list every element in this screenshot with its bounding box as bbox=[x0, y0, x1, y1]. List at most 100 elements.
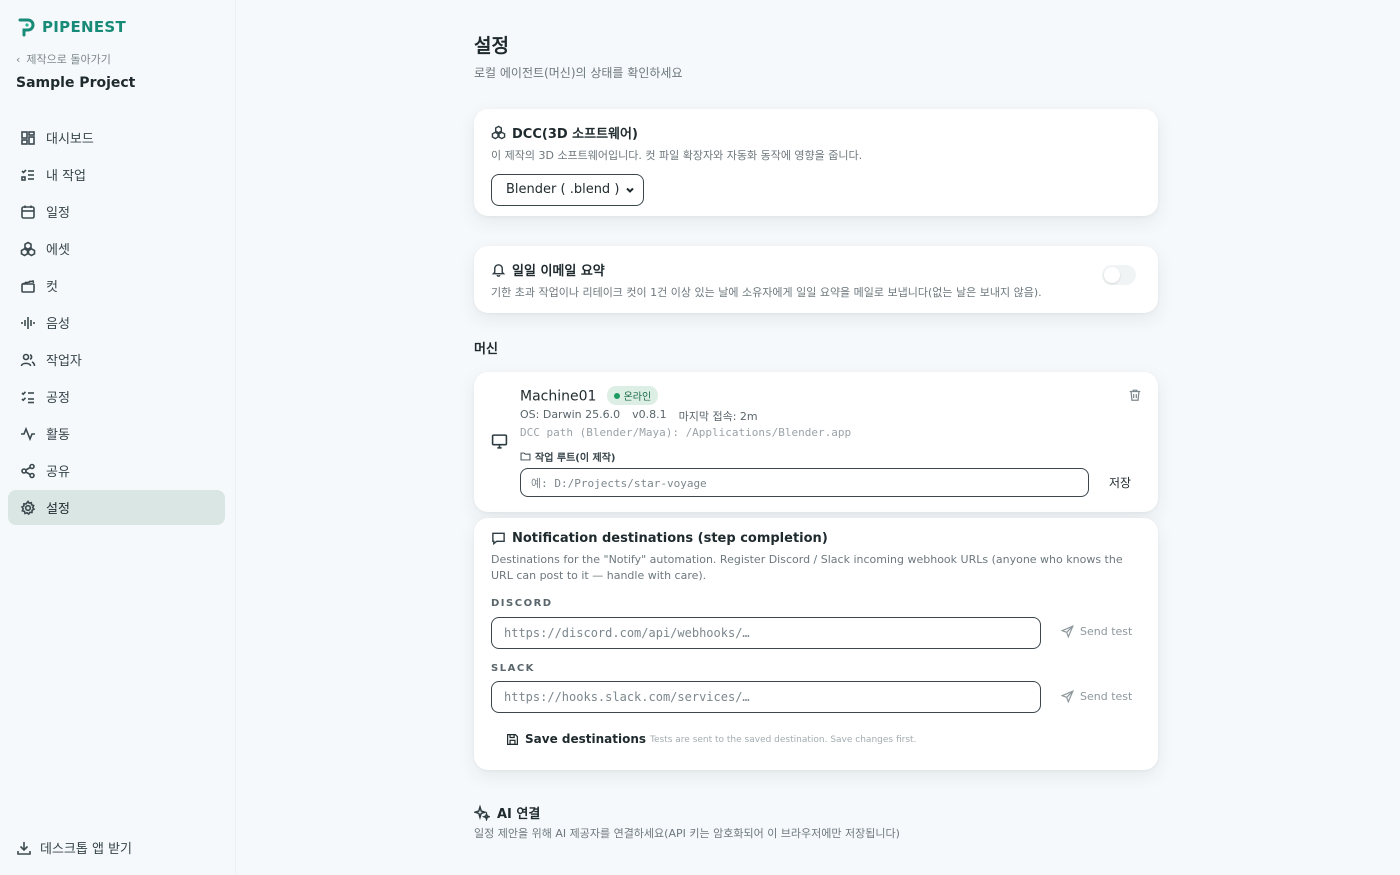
machine-version: v0.8.1 bbox=[632, 408, 667, 421]
sidebar-nav: 대시보드 내 작업 일정 에셋 컷 음성 작업자 공정 활동 공유 설정 bbox=[8, 120, 225, 527]
machines-section-label: 머신 bbox=[474, 342, 498, 357]
dcc-select[interactable]: Blender ( .blend ) bbox=[491, 173, 644, 206]
trash-icon[interactable] bbox=[1128, 388, 1142, 402]
project-name: Sample Project bbox=[16, 75, 136, 91]
send-test-label: Send test bbox=[1080, 625, 1133, 638]
notifications-title-text: Notification destinations (step completi… bbox=[512, 531, 828, 546]
dcc-description: 이 제작의 3D 소프트웨어입니다. 컷 파일 확장자와 자동화 동작에 영향을… bbox=[491, 149, 863, 162]
dcc-card-title: DCC(3D 소프트웨어) bbox=[491, 123, 1141, 142]
status-badge-label: 온라인 bbox=[623, 392, 652, 403]
slack-send-test-button[interactable]: Send test bbox=[1061, 690, 1132, 703]
share-icon bbox=[21, 463, 35, 478]
sidebar-item-assets[interactable]: 에셋 bbox=[8, 231, 225, 266]
gear-icon bbox=[20, 499, 36, 515]
sidebar-item-share[interactable]: 공유 bbox=[8, 453, 225, 488]
sidebar-item-label: 에셋 bbox=[46, 243, 70, 258]
save-hint: Tests are sent to the saved destination.… bbox=[650, 735, 917, 745]
sidebar-item-label: 대시보드 bbox=[46, 132, 94, 147]
folder-icon bbox=[520, 452, 531, 461]
assets-icon bbox=[491, 125, 506, 140]
machine-meta: OS: Darwin 25.6.0 v0.8.1 마지막 접속: 2m bbox=[520, 408, 758, 424]
discord-label: DISCORD bbox=[491, 598, 553, 609]
message-icon bbox=[492, 532, 505, 546]
send-icon bbox=[1061, 625, 1074, 638]
slack-label: SLACK bbox=[491, 663, 535, 674]
machine-name: Machine01 bbox=[520, 388, 597, 405]
monitor-icon bbox=[491, 434, 508, 449]
page-subtitle: 로컬 에이전트(머신)의 상태를 확인하세요 bbox=[474, 66, 683, 80]
page-title: 설정 bbox=[474, 35, 509, 57]
dcc-card: DCC(3D 소프트웨어) 이 제작의 3D 소프트웨어입니다. 컷 파일 확장… bbox=[474, 109, 1158, 216]
sidebar-item-schedule[interactable]: 일정 bbox=[8, 194, 225, 229]
sidebar-item-settings[interactable]: 설정 bbox=[8, 490, 225, 525]
status-badge: 온라인 bbox=[606, 386, 659, 405]
save-destinations-button[interactable]: Save destinations bbox=[506, 732, 646, 746]
sidebar-item-audio[interactable]: 음성 bbox=[8, 305, 225, 340]
bell-icon bbox=[491, 264, 506, 277]
email-summary-toggle[interactable] bbox=[1102, 265, 1136, 285]
discord-webhook-input[interactable]: https://discord.com/api/webhooks/… bbox=[491, 617, 1041, 649]
discord-send-test-button[interactable]: Send test bbox=[1061, 625, 1132, 638]
sidebar-item-process[interactable]: 공정 bbox=[8, 379, 225, 414]
clapper-icon bbox=[21, 279, 35, 293]
brand-name: PIPENEST bbox=[42, 18, 127, 36]
machine-os: OS: Darwin 25.6.0 bbox=[520, 408, 621, 421]
chevron-left-icon: ‹ bbox=[16, 52, 21, 66]
dcc-title-text: DCC(3D 소프트웨어) bbox=[512, 127, 638, 142]
sidebar-item-my-tasks[interactable]: 내 작업 bbox=[8, 157, 225, 192]
back-link-label: 제작으로 돌아가기 bbox=[26, 53, 111, 66]
audio-wave-icon bbox=[21, 316, 35, 329]
slack-webhook-input[interactable]: https://hooks.slack.com/services/… bbox=[491, 681, 1041, 713]
sidebar-item-label: 컷 bbox=[46, 280, 58, 295]
save-work-root-button[interactable]: 저장 bbox=[1109, 474, 1131, 491]
notifications-title: Notification destinations (step completi… bbox=[491, 531, 1141, 546]
machine-header: Machine01 온라인 bbox=[520, 386, 659, 405]
ai-title-text: AI 연결 bbox=[497, 807, 541, 822]
checklist-icon bbox=[21, 168, 34, 181]
slack-placeholder: https://hooks.slack.com/services/… bbox=[504, 690, 750, 704]
work-root-label: 작업 루트(이 제작) bbox=[520, 449, 616, 464]
process-list-icon bbox=[21, 390, 34, 403]
sidebar-item-dashboard[interactable]: 대시보드 bbox=[8, 120, 225, 155]
notification-destinations-card: Notification destinations (step completi… bbox=[474, 518, 1158, 770]
desktop-app-label: 데스크톱 앱 받기 bbox=[40, 842, 132, 857]
sidebar-item-label: 내 작업 bbox=[46, 169, 87, 184]
save-destinations-label: Save destinations bbox=[525, 732, 647, 746]
machine-card: Machine01 온라인 OS: Darwin 25.6.0 v0.8.1 마… bbox=[474, 372, 1158, 512]
email-summary-title-text: 일일 이메일 요약 bbox=[512, 264, 605, 279]
sidebar-item-label: 작업자 bbox=[46, 354, 82, 369]
sidebar-item-workers[interactable]: 작업자 bbox=[8, 342, 225, 377]
work-root-input[interactable]: 예: D:/Projects/star-voyage bbox=[520, 468, 1089, 497]
sidebar-item-cuts[interactable]: 컷 bbox=[8, 268, 225, 303]
get-desktop-app-button[interactable]: 데스크톱 앱 받기 bbox=[16, 838, 132, 857]
email-summary-title: 일일 이메일 요약 bbox=[491, 260, 1141, 279]
sidebar: PIPENEST ‹ 제작으로 돌아가기 Sample Project 대시보드… bbox=[0, 0, 236, 875]
send-icon bbox=[1061, 690, 1074, 703]
sidebar-item-label: 공정 bbox=[46, 391, 70, 406]
back-to-production-link[interactable]: ‹ 제작으로 돌아가기 bbox=[16, 51, 111, 67]
machine-dcc-path: DCC path (Blender/Maya): /Applications/B… bbox=[520, 426, 852, 439]
sidebar-item-label: 설정 bbox=[46, 502, 70, 517]
sidebar-item-label: 공유 bbox=[46, 465, 70, 480]
users-icon bbox=[20, 353, 36, 366]
logo[interactable]: PIPENEST bbox=[16, 17, 126, 37]
notifications-description: Destinations for the "Notify" automation… bbox=[491, 553, 1123, 582]
ai-description: 일정 제안을 위해 AI 제공자를 연결하세요(API 키는 암호화되어 이 브… bbox=[474, 827, 900, 840]
ai-section-title: AI 연결 bbox=[474, 803, 540, 822]
download-icon bbox=[17, 841, 31, 855]
online-dot-icon bbox=[613, 392, 620, 399]
email-summary-card: 일일 이메일 요약 기한 초과 작업이나 리테이크 컷이 1건 이상 있는 날에… bbox=[474, 246, 1158, 313]
calendar-icon bbox=[21, 205, 35, 219]
dcc-selected-value: Blender ( .blend ) bbox=[506, 182, 620, 198]
dashboard-icon bbox=[21, 130, 35, 145]
toggle-knob bbox=[1104, 267, 1120, 283]
sidebar-item-activity[interactable]: 활동 bbox=[8, 416, 225, 451]
work-root-placeholder: 예: D:/Projects/star-voyage bbox=[531, 476, 707, 490]
machine-last-seen: 마지막 접속: 2m bbox=[678, 410, 758, 423]
sparkles-icon bbox=[474, 804, 490, 821]
work-root-label-text: 작업 루트(이 제작) bbox=[535, 453, 616, 464]
pipenest-logo-icon bbox=[18, 18, 35, 37]
chevron-down-icon bbox=[626, 187, 634, 193]
sidebar-item-label: 음성 bbox=[46, 317, 70, 332]
assets-icon bbox=[20, 241, 36, 256]
